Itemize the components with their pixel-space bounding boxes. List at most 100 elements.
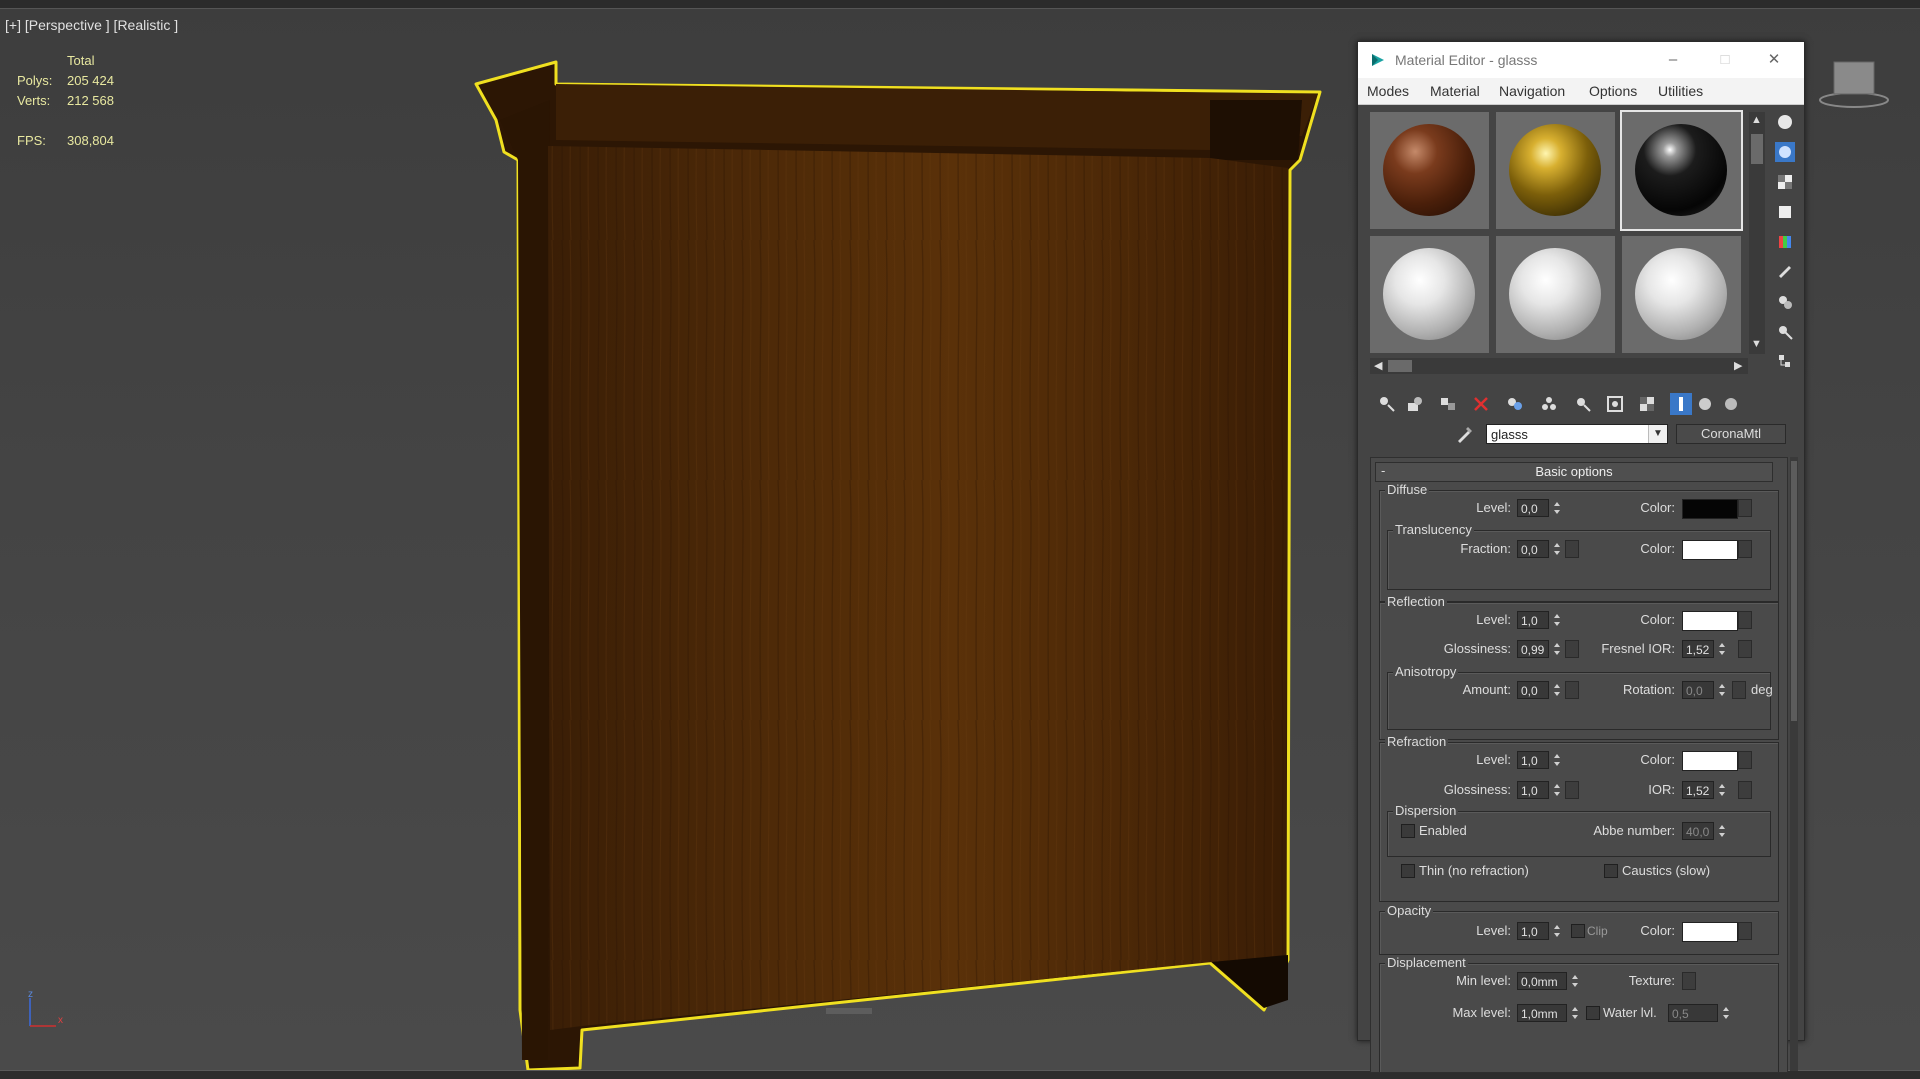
refraction-level-input[interactable]: 1,0 [1517, 751, 1549, 769]
diffuse-color-map-button[interactable] [1738, 499, 1752, 517]
scroll-down-icon[interactable]: ▼ [1751, 338, 1762, 350]
go-to-parent-icon[interactable] [1670, 393, 1692, 415]
refraction-glossiness-input[interactable]: 1,0 [1517, 781, 1549, 799]
scroll-thumb-h[interactable] [1388, 360, 1412, 372]
sample-type-icon[interactable] [1775, 112, 1795, 132]
anisotropy-amount-input[interactable]: 0,0 [1517, 681, 1549, 699]
sample-slot-4[interactable] [1370, 236, 1489, 353]
wardrobe-model[interactable] [0, 0, 1360, 1078]
reset-map-icon[interactable] [1438, 393, 1460, 415]
menu-utilities[interactable]: Utilities [1658, 83, 1703, 99]
anisotropy-amount-map-button[interactable] [1565, 681, 1579, 699]
scroll-left-icon[interactable]: ◀ [1374, 359, 1382, 372]
abbe-number-input[interactable]: 40,0 [1682, 822, 1714, 840]
refraction-glossiness-spinner[interactable] [1551, 781, 1563, 799]
delete-material-icon[interactable] [1470, 393, 1492, 415]
ior-input[interactable]: 1,52 [1682, 781, 1714, 799]
rollout-scroll-thumb[interactable] [1791, 461, 1797, 721]
material-type-button[interactable]: CoronaMtl [1676, 424, 1786, 444]
fresnel-ior-input[interactable]: 1,52 [1682, 640, 1714, 658]
diffuse-level-spinner[interactable] [1551, 499, 1563, 517]
sample-slot-1[interactable] [1370, 112, 1489, 229]
show-final-result-icon[interactable] [1636, 393, 1658, 415]
refraction-level-spinner[interactable] [1551, 751, 1563, 769]
scroll-thumb[interactable] [1751, 134, 1763, 164]
clip-checkbox[interactable] [1571, 924, 1585, 938]
material-editor-window[interactable]: Material Editor - glasss – □ ✕ Modes Mat… [1357, 41, 1805, 1073]
fresnel-ior-map-button[interactable] [1738, 640, 1752, 658]
menu-material[interactable]: Material [1430, 83, 1480, 99]
translucency-color-swatch[interactable] [1682, 540, 1738, 560]
fraction-input[interactable]: 0,0 [1517, 540, 1549, 558]
material-editor-titlebar[interactable]: Material Editor - glasss – □ ✕ [1358, 42, 1804, 78]
opacity-color-map-button[interactable] [1738, 922, 1752, 940]
max-level-spinner[interactable] [1569, 1004, 1581, 1022]
reflection-glossiness-map-button[interactable] [1565, 640, 1579, 658]
ior-spinner[interactable] [1716, 781, 1728, 799]
anisotropy-rotation-map-button[interactable] [1732, 681, 1746, 699]
material-map-navigator-icon[interactable] [1775, 352, 1795, 372]
material-id-channel-icon[interactable] [1572, 393, 1594, 415]
opacity-level-input[interactable]: 1,0 [1517, 922, 1549, 940]
sample-slot-3-active[interactable] [1620, 110, 1743, 231]
opacity-color-swatch[interactable] [1682, 922, 1738, 942]
refraction-color-swatch[interactable] [1682, 751, 1738, 771]
show-map-in-viewport-icon[interactable] [1604, 393, 1626, 415]
reflection-level-input[interactable]: 1,0 [1517, 611, 1549, 629]
material-settings-icon[interactable] [1720, 393, 1742, 415]
min-level-input[interactable]: 0,0mm [1517, 972, 1567, 990]
menu-modes[interactable]: Modes [1367, 83, 1409, 99]
translucency-color-map-button[interactable] [1738, 540, 1752, 558]
chevron-down-icon[interactable]: ▼ [1648, 425, 1667, 443]
displacement-texture-button[interactable] [1682, 972, 1696, 990]
ior-map-button[interactable] [1738, 781, 1752, 799]
slots-horizontal-scrollbar[interactable]: ◀ ▶ [1370, 358, 1748, 374]
menu-options[interactable]: Options [1589, 83, 1637, 99]
slots-vertical-scrollbar[interactable]: ▲ ▼ [1749, 112, 1765, 354]
thin-checkbox[interactable] [1401, 864, 1415, 878]
menu-navigation[interactable]: Navigation [1499, 83, 1565, 99]
video-color-check-icon[interactable] [1775, 232, 1795, 252]
maximize-button[interactable]: □ [1710, 48, 1740, 72]
dispersion-enabled-checkbox[interactable] [1401, 824, 1415, 838]
abbe-number-spinner[interactable] [1716, 822, 1728, 840]
reflection-glossiness-spinner[interactable] [1551, 640, 1563, 658]
anisotropy-rotation-spinner[interactable] [1716, 681, 1728, 699]
water-level-spinner[interactable] [1720, 1004, 1732, 1022]
reflection-color-swatch[interactable] [1682, 611, 1738, 631]
make-unique-icon[interactable] [1504, 393, 1526, 415]
background-checker-icon[interactable] [1775, 172, 1795, 192]
anisotropy-amount-spinner[interactable] [1551, 681, 1563, 699]
diffuse-level-input[interactable]: 0,0 [1517, 499, 1549, 517]
material-name-field[interactable]: glasss ▼ [1486, 424, 1668, 444]
sample-slot-2[interactable] [1496, 112, 1615, 229]
fresnel-ior-spinner[interactable] [1716, 640, 1728, 658]
backlight-icon[interactable] [1775, 142, 1795, 162]
min-level-spinner[interactable] [1569, 972, 1581, 990]
close-button[interactable]: ✕ [1759, 48, 1789, 72]
eyedropper-icon[interactable] [1454, 423, 1476, 445]
rollout-header[interactable]: - Basic options [1375, 462, 1773, 482]
refraction-glossiness-map-button[interactable] [1565, 781, 1579, 799]
sample-slot-5[interactable] [1496, 236, 1615, 353]
go-forward-sibling-icon[interactable] [1694, 393, 1716, 415]
sample-slot-6[interactable] [1622, 236, 1741, 353]
rollout-scrollbar[interactable] [1790, 457, 1798, 1071]
minimize-button[interactable]: – [1658, 48, 1688, 72]
diffuse-color-swatch[interactable] [1682, 499, 1738, 519]
select-by-material-icon[interactable] [1775, 322, 1795, 342]
caustics-checkbox[interactable] [1604, 864, 1618, 878]
refraction-color-map-button[interactable] [1738, 751, 1752, 769]
reflection-level-spinner[interactable] [1551, 611, 1563, 629]
water-level-input[interactable]: 0,5 [1668, 1004, 1718, 1022]
reflection-glossiness-input[interactable]: 0,99 [1517, 640, 1549, 658]
scroll-up-icon[interactable]: ▲ [1751, 114, 1762, 126]
scroll-right-icon[interactable]: ▶ [1734, 359, 1742, 372]
make-preview-icon[interactable] [1775, 262, 1795, 282]
anisotropy-rotation-input[interactable]: 0,0 [1682, 681, 1714, 699]
water-level-checkbox[interactable] [1586, 1006, 1600, 1020]
get-material-icon[interactable] [1376, 393, 1398, 415]
opacity-level-spinner[interactable] [1551, 922, 1563, 940]
fraction-map-button[interactable] [1565, 540, 1579, 558]
max-level-input[interactable]: 1,0mm [1517, 1004, 1567, 1022]
